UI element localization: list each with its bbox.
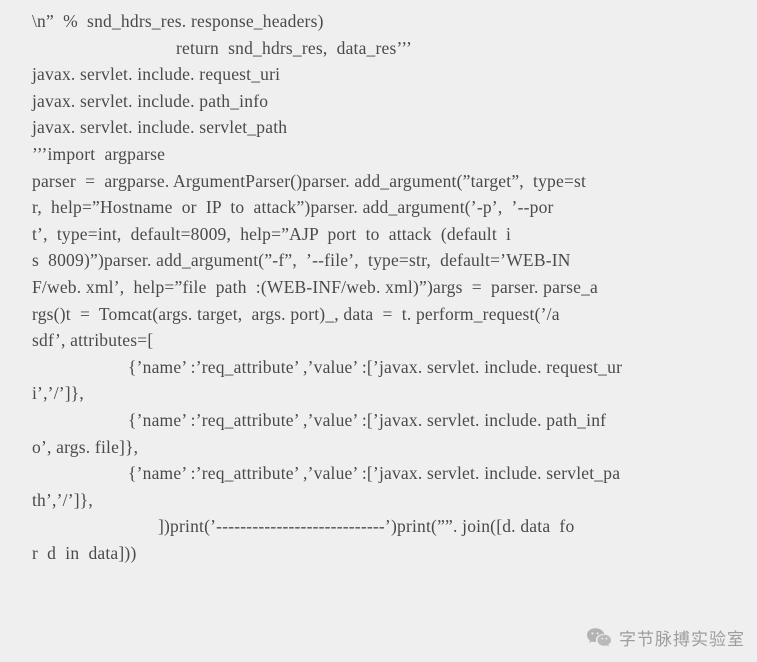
code-line: javax. servlet. include. request_uri xyxy=(32,64,281,85)
code-line: javax. servlet. include. path_info xyxy=(32,90,269,111)
code-line: r, help=”Hostname or IP to attack”)parse… xyxy=(32,197,554,218)
code-line: t’, type=int, default=8009, help=”AJP po… xyxy=(32,223,512,244)
wechat-icon-svg xyxy=(587,627,611,646)
watermark: 字节脉搏实验室 xyxy=(586,625,745,650)
code-line: F/web. xml’, help=”file path :(WEB-INF/w… xyxy=(32,276,598,297)
code-line: ])print(’----------------------------’)p… xyxy=(158,516,575,537)
code-line: rgs()t = Tomcat(args. target, args. port… xyxy=(32,303,560,324)
code-line: {’name’ :’req_attribute’ ,’value’ :[’jav… xyxy=(128,409,607,430)
watermark-label: 字节脉搏实验室 xyxy=(619,630,745,649)
code-line: o’, args. file]}, xyxy=(32,436,139,457)
code-block: \n” % snd_hdrs_res. response_headers)ret… xyxy=(0,0,757,662)
code-line: th’,’/’]}, xyxy=(32,489,93,510)
code-line: sdf’, attributes=[ xyxy=(32,330,154,351)
code-line: s 8009)”)parser. add_argument(”-f”, ’--f… xyxy=(32,250,571,271)
code-line: i’,’/’]}, xyxy=(32,383,84,404)
code-line: r d in data])) xyxy=(32,542,137,563)
code-line: javax. servlet. include. servlet_path xyxy=(32,117,288,138)
code-line: parser = argparse. ArgumentParser()parse… xyxy=(32,170,587,191)
code-line: {’name’ :’req_attribute’ ,’value’ :[’jav… xyxy=(128,463,621,484)
code-line: ’’’import argparse xyxy=(32,143,166,164)
code-line: \n” % snd_hdrs_res. response_headers) xyxy=(32,11,324,31)
wechat-icon xyxy=(586,627,612,649)
code-text-container: \n” % snd_hdrs_res. response_headers)ret… xyxy=(8,8,749,566)
code-line: {’name’ :’req_attribute’ ,’value’ :[’jav… xyxy=(128,356,623,377)
code-line: return snd_hdrs_res, data_res’’’ xyxy=(176,37,413,58)
